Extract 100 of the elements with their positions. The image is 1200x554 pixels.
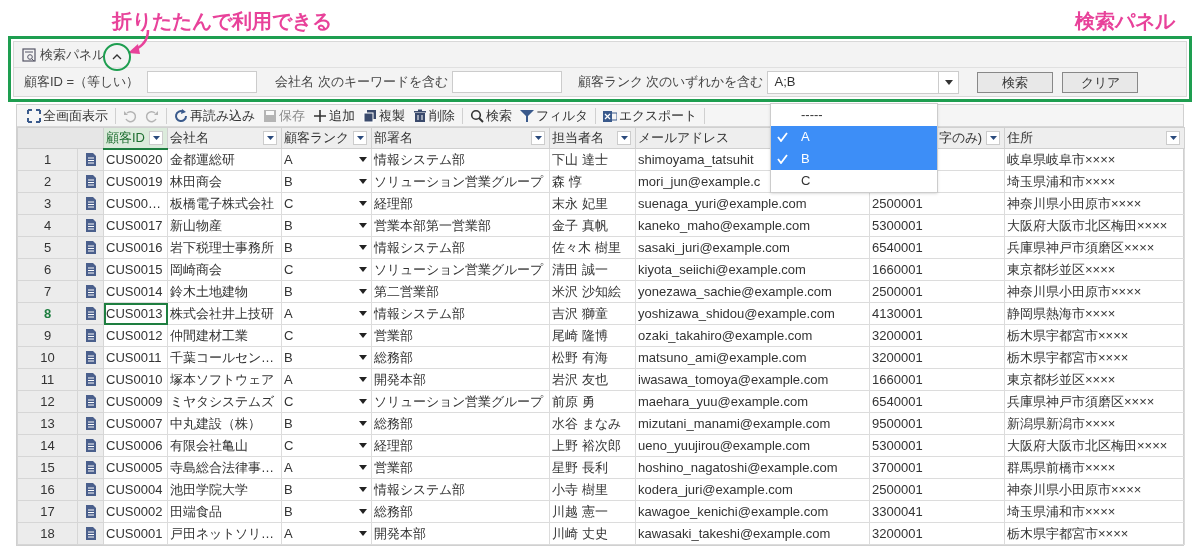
- table-cell-text: 川崎 丈史: [552, 524, 608, 543]
- filter-button[interactable]: [531, 131, 545, 145]
- row-number: 4: [43, 217, 52, 233]
- save-icon: [263, 108, 277, 123]
- table-cell-text: 金子 真帆: [552, 216, 608, 235]
- chevron-up-icon: [112, 53, 122, 60]
- document-icon: [85, 483, 96, 496]
- table-cell-text: 情報システム部: [374, 480, 465, 499]
- row-number: 7: [43, 283, 52, 299]
- row-number: 17: [40, 503, 55, 519]
- caret-down-icon: [989, 136, 997, 140]
- filter-button[interactable]: [263, 131, 277, 145]
- check-icon: [777, 132, 788, 142]
- table-cell-text: 営業部: [374, 326, 413, 345]
- collapse-button[interactable]: [103, 42, 131, 71]
- table-cell-text: 3200001: [872, 524, 923, 543]
- select-field[interactable]: A;B: [767, 70, 960, 94]
- dropdown-option[interactable]: C: [771, 170, 937, 192]
- toolbar-button[interactable]: フィルタ: [516, 105, 592, 126]
- row-number: 2: [43, 173, 52, 189]
- table-cell-text: CUS0013: [106, 304, 163, 323]
- table-cell-text: 6540001: [872, 238, 923, 257]
- panel-button[interactable]: クリア: [1062, 71, 1139, 93]
- caret-down-icon: [356, 136, 364, 140]
- table-cell-text: CUS0009: [106, 392, 163, 411]
- table-cell-text: 東京都杉並区××××: [1007, 260, 1116, 279]
- text-field[interactable]: [451, 71, 562, 93]
- select-value: A;B: [773, 73, 796, 92]
- table-cell-text: 板橋電子株式会社: [170, 194, 274, 213]
- callout-label: 検索パネル: [1075, 9, 1175, 34]
- column-header: 字のみ): [938, 129, 982, 148]
- table-cell-text: 2500001: [872, 480, 923, 499]
- table-cell-text: 栃木県宇都宮市××××: [1007, 326, 1129, 345]
- table-cell-text: 3700001: [872, 458, 923, 477]
- table-cell-text: 吉沢 獅童: [552, 304, 608, 323]
- table-cell-text: matsuno_ami@example.com: [638, 348, 807, 367]
- search-panel-icon: [22, 47, 36, 62]
- caret-down-icon: [359, 223, 367, 228]
- dropdown-option[interactable]: -----: [771, 104, 937, 126]
- toolbar-button[interactable]: 全画面表示: [23, 105, 112, 126]
- row-number: 9: [43, 327, 52, 343]
- table-cell-text: 栃木県宇都宮市××××: [1007, 348, 1129, 367]
- document-icon: [85, 197, 96, 210]
- text-field[interactable]: [147, 71, 258, 93]
- table-cell-text: 総務部: [374, 502, 413, 521]
- toolbar-button[interactable]: 削除: [409, 105, 459, 126]
- panel-button[interactable]: 検索: [977, 71, 1054, 93]
- table-cell-text: shimoyama_tatsuhit: [638, 150, 754, 169]
- plus-icon: [313, 108, 327, 123]
- table-cell-text: B: [284, 282, 293, 301]
- filter-button[interactable]: [617, 131, 631, 145]
- filter-button[interactable]: [353, 131, 367, 145]
- caret-down-icon: [359, 157, 367, 162]
- toolbar-button[interactable]: 複製: [359, 105, 409, 126]
- table-cell-text: 兵庫県神戸市須磨区××××: [1007, 238, 1155, 257]
- toolbar-button[interactable]: 再読み込み: [170, 105, 259, 126]
- table-cell-text: 森 惇: [552, 172, 582, 191]
- document-icon: [85, 527, 96, 540]
- row-number: 11: [40, 371, 55, 387]
- table-cell-text: 前原 勇: [552, 392, 595, 411]
- toolbar-button[interactable]: 追加: [309, 105, 359, 126]
- document-icon: [85, 439, 96, 452]
- caret-down-icon: [944, 79, 953, 85]
- document-icon: [85, 395, 96, 408]
- caret-down-icon: [359, 421, 367, 426]
- table-cell-text: 塚本ソフトウェア: [170, 370, 274, 389]
- document-icon: [85, 351, 96, 364]
- table-cell-text: 尾崎 隆博: [552, 326, 608, 345]
- table-cell-text: 千葉コールセン…: [170, 348, 274, 367]
- filter-button[interactable]: [986, 131, 1000, 145]
- table-cell-text: 情報システム部: [374, 304, 465, 323]
- table-cell-text: 営業本部第一営業部: [374, 216, 491, 235]
- row-number: 12: [40, 393, 55, 409]
- caret-down-icon: [359, 531, 367, 536]
- table-cell-text: 3300041: [872, 502, 923, 521]
- toolbar-button[interactable]: 検索: [466, 105, 516, 126]
- filter-button[interactable]: [149, 130, 163, 145]
- table-cell-text: 静岡県熱海市××××: [1007, 304, 1116, 323]
- table-cell-text: 岐阜県岐阜市××××: [1007, 150, 1116, 169]
- table-cell-text: 情報システム部: [374, 150, 465, 169]
- caret-down-icon: [359, 377, 367, 382]
- table-cell-text: 新山物産: [170, 216, 222, 235]
- filter-button[interactable]: [1166, 131, 1180, 145]
- table-cell-text: 株式会社井上技研: [170, 304, 274, 323]
- callout-text: 折りたたんで利用できる: [112, 9, 332, 34]
- document-icon: [85, 285, 96, 298]
- caret-down-icon: [359, 399, 367, 404]
- document-icon: [85, 241, 96, 254]
- table-cell-text: 9500001: [872, 414, 923, 433]
- table-cell-text: mizutani_manami@example.com: [638, 414, 831, 433]
- table-cell-text: iwasawa_tomoya@example.com: [638, 370, 829, 389]
- table-cell-text: sasaki_juri@example.com: [638, 238, 790, 257]
- document-icon: [85, 417, 96, 430]
- table-cell-text: ソリューション営業グループ: [374, 260, 543, 279]
- column-header: 住所: [1007, 129, 1033, 148]
- toolbar-button[interactable]: エクスポート: [599, 105, 701, 126]
- table-cell-text: 下山 達士: [552, 150, 608, 169]
- table-cell-text: 兵庫県神戸市須磨区××××: [1007, 392, 1155, 411]
- option-label: B: [800, 150, 810, 169]
- table-cell-text: 5300001: [872, 216, 923, 235]
